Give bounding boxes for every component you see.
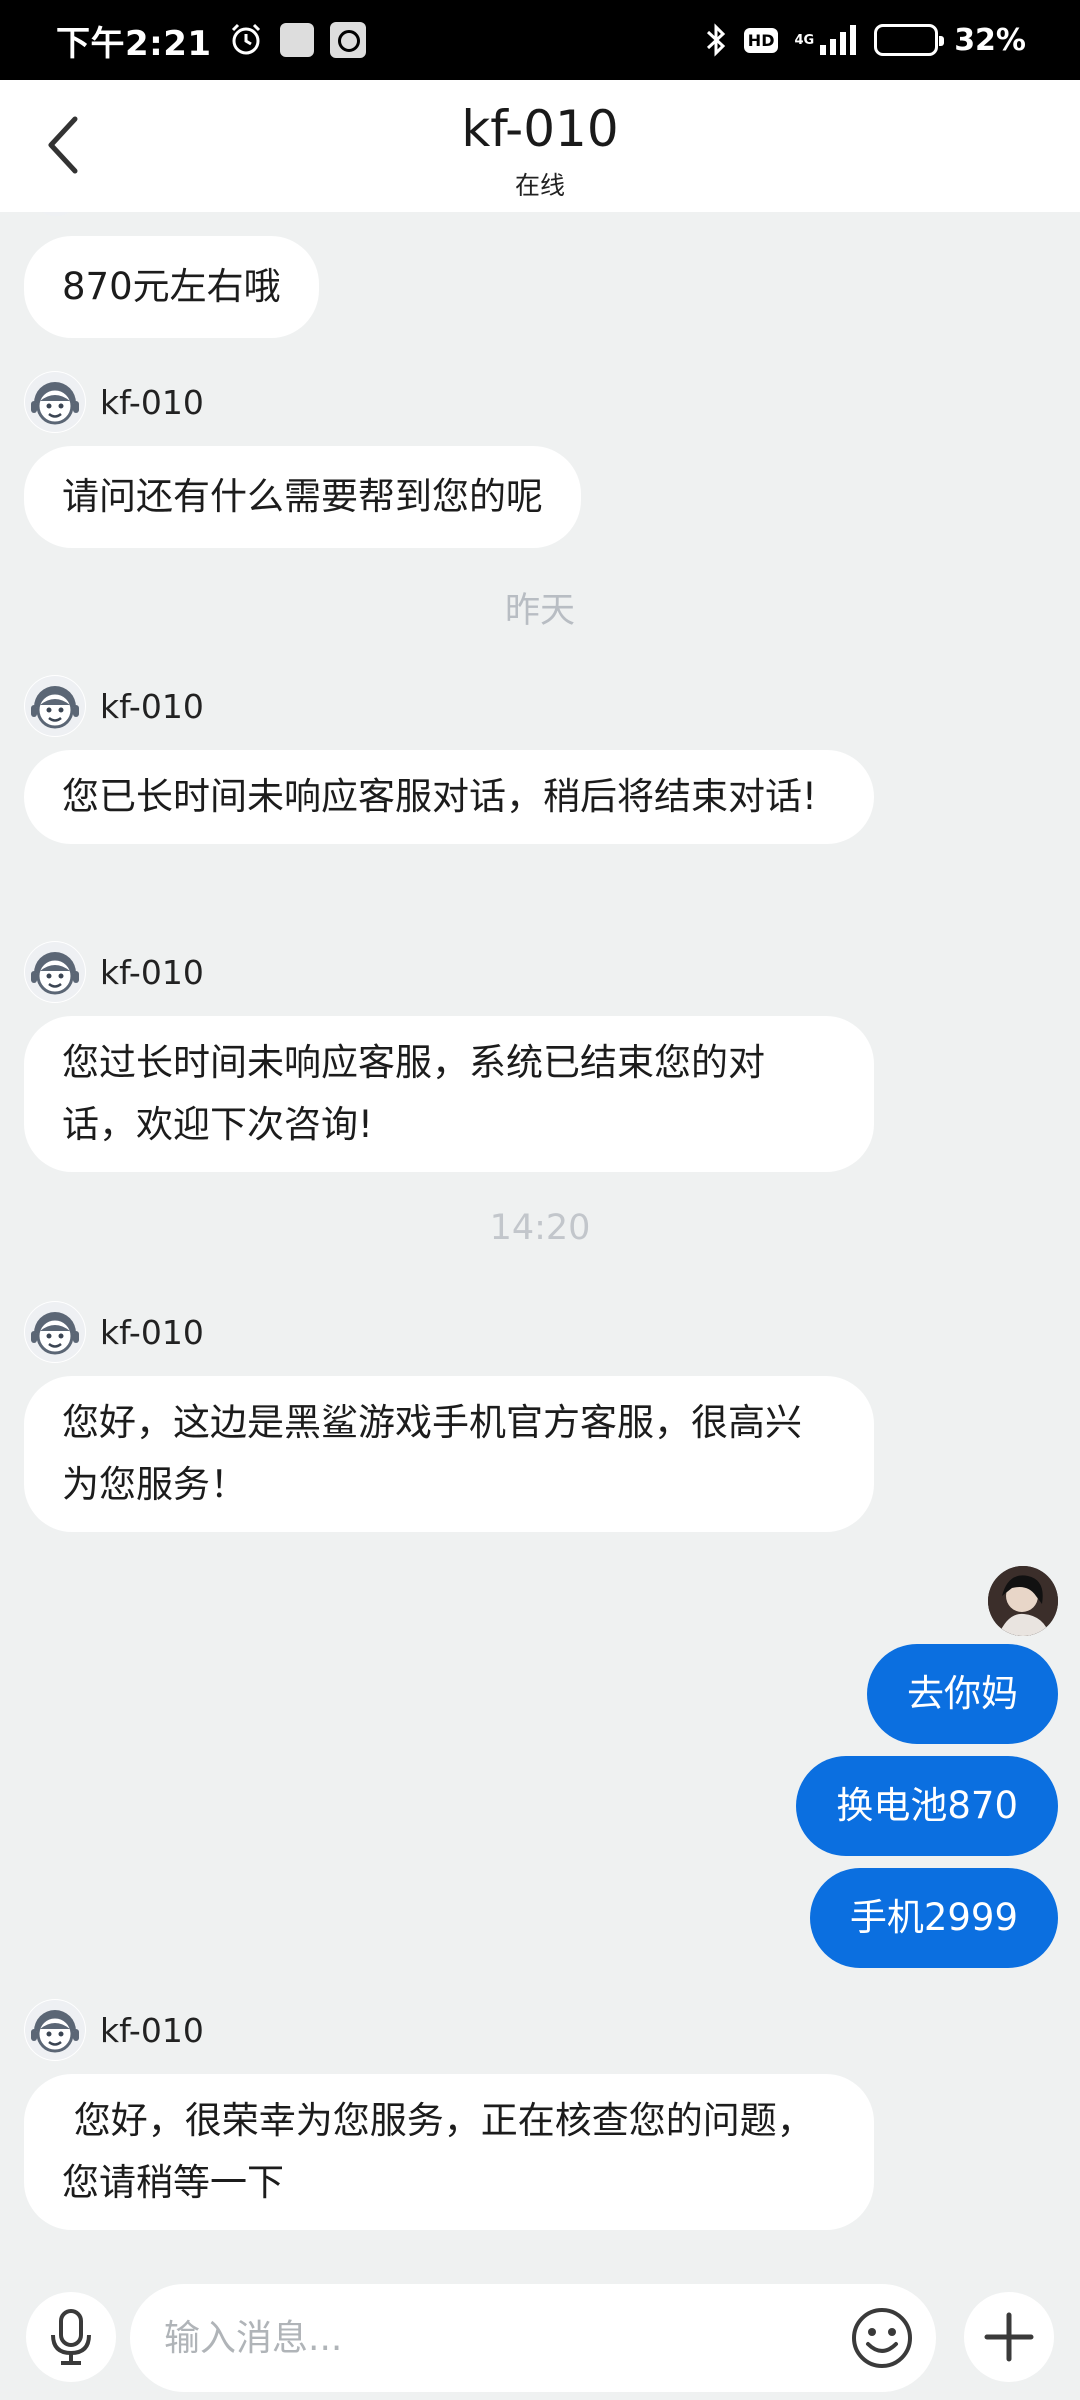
user-message-bubble[interactable]: 去你妈 <box>867 1644 1058 1744</box>
camera-app-icon <box>329 22 366 58</box>
notification-app-icon <box>279 23 314 57</box>
date-separator: 昨天 <box>504 591 575 631</box>
message-bubble[interactable]: 请问还有什么需要帮到您的呢 <box>24 446 581 548</box>
message-bubble[interactable]: 870元左右哦 <box>24 236 319 338</box>
agent-avatar-icon[interactable] <box>24 371 86 433</box>
sender-name: kf-010 <box>100 952 204 992</box>
battery-percent: 32% <box>954 22 1026 58</box>
agent-avatar-icon[interactable] <box>24 675 86 737</box>
online-status: 在线 <box>514 171 565 200</box>
user-message-bubble[interactable]: 换电池870 <box>796 1756 1058 1856</box>
chat-title: kf-010 <box>461 100 619 158</box>
message-bubble[interactable]: 您好，很荣幸为您服务，正在核查您的问题，您请稍等一下 <box>24 2074 874 2230</box>
microphone-icon <box>51 2309 91 2365</box>
message-bubble[interactable]: 您好，这边是黑鲨游戏手机官方客服，很高兴为您服务！ <box>24 1376 874 1532</box>
user-message-bubble[interactable]: 手机2999 <box>809 1868 1058 1968</box>
signal-icon: 4G <box>794 25 858 55</box>
status-bar: 下午2:21 HD 4G 32% <box>0 0 1080 80</box>
plus-icon <box>984 2312 1034 2362</box>
chat-header: kf-010 在线 <box>0 80 1080 212</box>
alarm-icon <box>228 22 264 58</box>
battery-icon <box>874 24 945 56</box>
agent-avatar-icon[interactable] <box>24 941 86 1003</box>
agent-avatar-icon[interactable] <box>24 1301 86 1363</box>
emoji-icon <box>852 2308 912 2368</box>
sender-name: kf-010 <box>100 686 204 726</box>
message-input[interactable] <box>164 2308 804 2368</box>
time-separator: 14:20 <box>489 1208 591 1248</box>
message-input-container <box>130 2284 936 2392</box>
agent-avatar-icon[interactable] <box>24 1999 86 2061</box>
sender-name: kf-010 <box>100 382 204 422</box>
message-bubble[interactable]: 您过长时间未响应客服，系统已结束您的对话，欢迎下次咨询! <box>24 1016 874 1172</box>
sender-name: kf-010 <box>100 1312 204 1352</box>
agent-message: kf-010 您过长时间未响应客服，系统已结束您的对话，欢迎下次咨询! <box>24 940 874 1172</box>
message-list[interactable]: 870元左右哦 kf-010 请问还有什么需要帮到您的呢 昨天 kf-010 您… <box>0 212 1080 2252</box>
bluetooth-icon <box>704 22 728 58</box>
agent-message: kf-010 您好，很荣幸为您服务，正在核查您的问题，您请稍等一下 <box>24 1998 874 2230</box>
sender-name: kf-010 <box>100 2010 204 2050</box>
input-bar <box>0 2252 1080 2400</box>
emoji-button[interactable] <box>846 2302 918 2374</box>
more-button[interactable] <box>964 2292 1054 2382</box>
status-time: 下午2:21 <box>56 23 212 64</box>
agent-message: kf-010 请问还有什么需要帮到您的呢 <box>24 370 581 548</box>
agent-message: 870元左右哦 <box>24 236 319 338</box>
message-bubble[interactable]: 您已长时间未响应客服对话，稍后将结束对话! <box>24 750 874 844</box>
user-avatar[interactable] <box>988 1566 1058 1636</box>
agent-message: kf-010 您已长时间未响应客服对话，稍后将结束对话! <box>24 674 874 844</box>
voice-button[interactable] <box>26 2292 116 2382</box>
agent-message: kf-010 您好，这边是黑鲨游戏手机官方客服，很高兴为您服务！ <box>24 1300 874 1532</box>
agent-avatar-icon <box>30 212 82 230</box>
hd-icon: HD <box>743 27 779 53</box>
